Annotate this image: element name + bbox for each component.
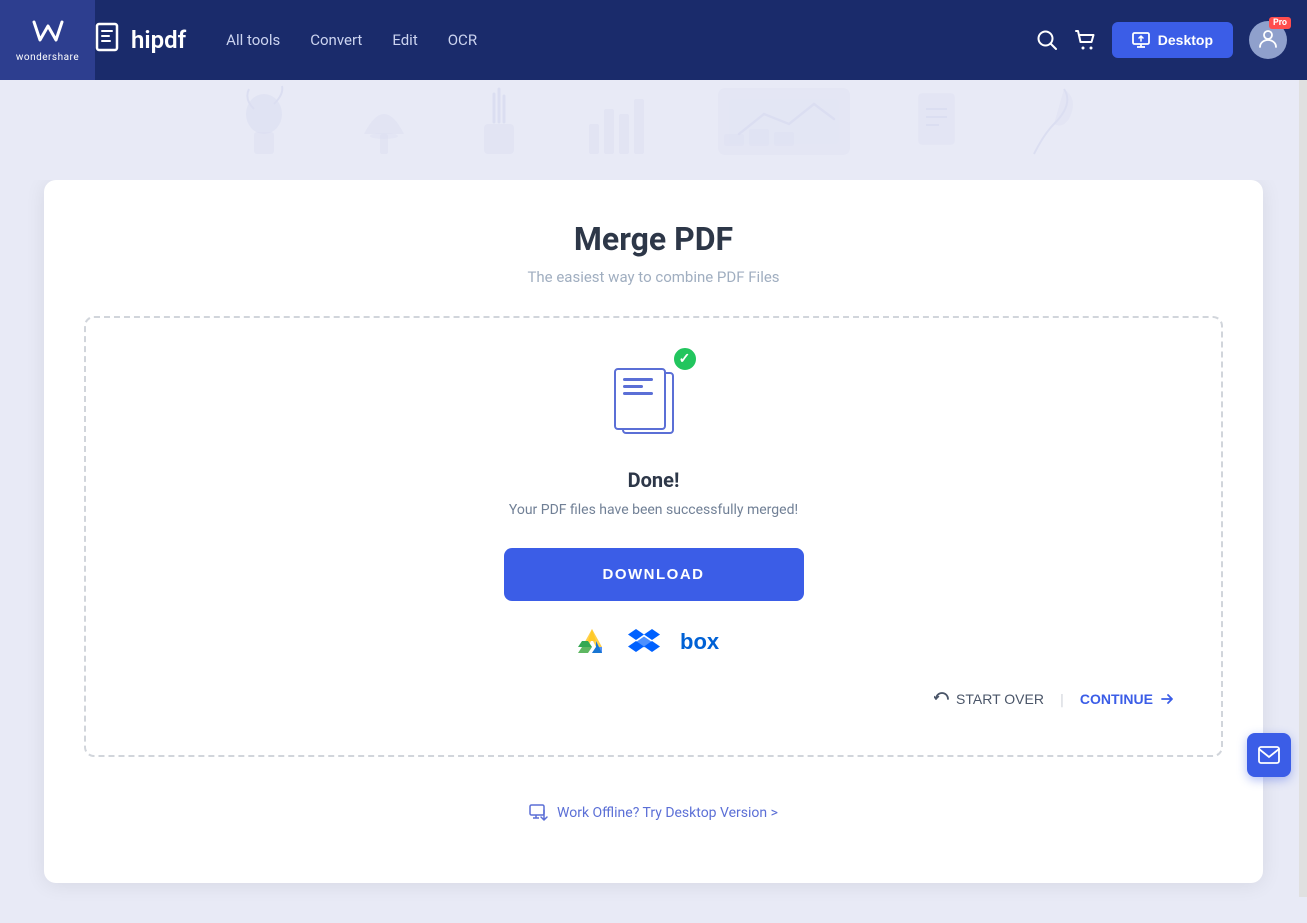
pdf-line-2 bbox=[623, 385, 643, 388]
search-button[interactable] bbox=[1036, 29, 1058, 51]
continue-label: CONTINUE bbox=[1080, 691, 1153, 707]
nav-ocr[interactable]: OCR bbox=[448, 31, 477, 49]
main-card: Merge PDF The easiest way to combine PDF… bbox=[44, 180, 1263, 883]
wondershare-label: wondershare bbox=[16, 52, 79, 63]
download-button[interactable]: DOWNLOAD bbox=[504, 548, 804, 601]
gdrive-button[interactable] bbox=[576, 625, 608, 657]
hipdf-brand[interactable]: hipdf bbox=[95, 22, 186, 58]
nav-all-tools[interactable]: All tools bbox=[226, 31, 280, 49]
bg-monitor-icon bbox=[714, 84, 854, 176]
cloud-save-icons: box bbox=[576, 625, 732, 657]
check-circle: ✓ bbox=[672, 346, 698, 372]
bg-chart-icon bbox=[584, 84, 654, 176]
nav-links: All tools Convert Edit OCR bbox=[226, 31, 1036, 49]
bg-lamp-icon bbox=[354, 84, 414, 176]
pdf-line-1 bbox=[623, 378, 653, 381]
bg-pencilcup-icon bbox=[474, 84, 524, 176]
result-area: ✓ Done! Your PDF files have been success… bbox=[84, 316, 1223, 757]
main-wrapper: Merge PDF The easiest way to combine PDF… bbox=[0, 180, 1307, 923]
done-title: Done! bbox=[628, 468, 680, 492]
user-avatar[interactable]: Pro bbox=[1249, 21, 1287, 59]
wondershare-brand[interactable]: wondershare bbox=[0, 0, 95, 80]
desktop-button[interactable]: Desktop bbox=[1112, 22, 1233, 58]
avatar-icon bbox=[1257, 27, 1279, 54]
hipdf-text: hipdf bbox=[131, 26, 186, 54]
floating-mail-button[interactable] bbox=[1247, 733, 1291, 777]
desktop-promo: Work Offline? Try Desktop Version > bbox=[84, 787, 1223, 843]
start-over-label: START OVER bbox=[956, 691, 1044, 707]
svg-text:box: box bbox=[680, 629, 720, 653]
scrollbar[interactable] bbox=[1299, 0, 1307, 897]
background-banner bbox=[0, 80, 1307, 180]
desktop-btn-label: Desktop bbox=[1158, 32, 1213, 48]
nav-convert[interactable]: Convert bbox=[310, 31, 362, 49]
navbar: wondershare hipdf All tools Convert Edit… bbox=[0, 0, 1307, 80]
bg-plant-icon bbox=[234, 84, 294, 176]
bg-document-icon bbox=[914, 84, 964, 176]
page-subtitle: The easiest way to combine PDF Files bbox=[84, 268, 1223, 286]
hipdf-icon bbox=[95, 22, 125, 58]
bottom-actions: START OVER | CONTINUE bbox=[116, 683, 1191, 715]
cart-button[interactable] bbox=[1074, 29, 1096, 51]
done-subtitle: Your PDF files have been successfully me… bbox=[509, 502, 798, 518]
desktop-promo-label: Work Offline? Try Desktop Version > bbox=[557, 805, 778, 821]
nav-actions: Desktop Pro bbox=[1036, 21, 1287, 59]
bg-feather-icon bbox=[1024, 84, 1074, 176]
bg-icons-row bbox=[234, 80, 1074, 180]
desktop-promo-link[interactable]: Work Offline? Try Desktop Version > bbox=[529, 803, 778, 823]
success-icon: ✓ bbox=[614, 368, 694, 448]
ws-logo-icon bbox=[30, 18, 66, 52]
pdf-line-3 bbox=[623, 392, 653, 395]
dropbox-button[interactable] bbox=[628, 625, 660, 657]
pdf-page-front bbox=[614, 368, 666, 430]
continue-button[interactable]: CONTINUE bbox=[1064, 683, 1191, 715]
page-title: Merge PDF bbox=[84, 220, 1223, 258]
pro-badge: Pro bbox=[1269, 17, 1291, 29]
start-over-button[interactable]: START OVER bbox=[918, 683, 1060, 715]
check-mark-icon: ✓ bbox=[679, 351, 691, 367]
box-button[interactable]: box bbox=[680, 629, 732, 653]
nav-edit[interactable]: Edit bbox=[392, 31, 417, 49]
